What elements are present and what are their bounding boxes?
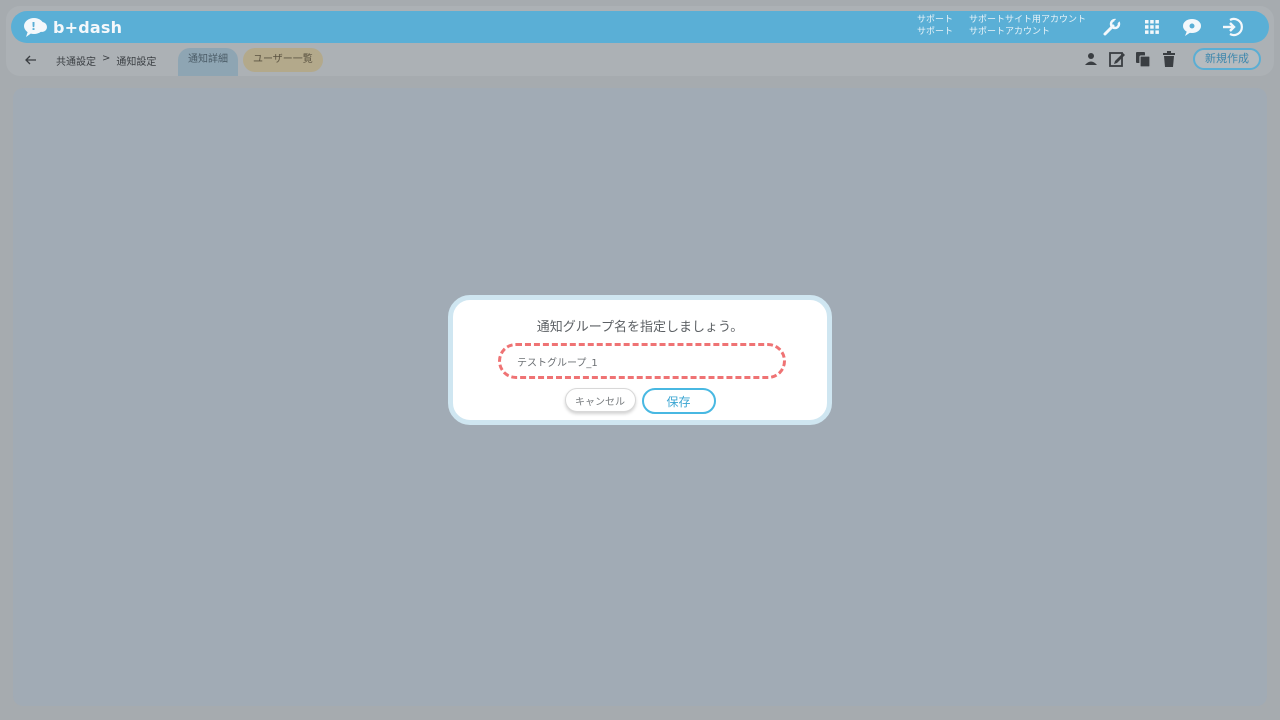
group-name-input[interactable] (498, 343, 786, 379)
logout-icon[interactable] (1221, 16, 1243, 38)
group-name-dialog: 通知グループ名を指定しましょう。 キャンセル 保存 (448, 295, 832, 425)
back-arrow-icon[interactable] (24, 52, 40, 68)
top-navigation-bar: ! b+dash サポート サポートサイト用アカウント サポート サポートアカウ… (11, 11, 1269, 43)
record-actions (1082, 50, 1178, 68)
app-logo[interactable]: ! b+dash (23, 16, 122, 38)
dialog-title: 通知グループ名を指定しましょう。 (536, 320, 744, 335)
edit-icon[interactable] (1108, 50, 1126, 68)
dialog-buttons: キャンセル 保存 (453, 388, 827, 414)
user-icon[interactable] (1082, 50, 1100, 68)
wrench-icon[interactable] (1101, 16, 1123, 38)
svg-text:!: ! (31, 20, 36, 33)
support-account-info: サポート サポートサイト用アカウント サポート サポートアカウント (917, 14, 1086, 38)
breadcrumb: 共通設定 > 通知設定 (56, 53, 156, 68)
support-label: サポート (917, 27, 954, 37)
trash-icon[interactable] (1160, 50, 1178, 68)
tab-notification-detail[interactable]: 通知詳細 (178, 48, 238, 76)
copy-icon[interactable] (1134, 50, 1152, 68)
cancel-button[interactable]: キャンセル (564, 388, 636, 412)
new-create-button[interactable]: 新規作成 (1193, 48, 1261, 70)
tab-user-list[interactable]: ユーザー一覧 (243, 48, 323, 72)
grid-icon[interactable] (1141, 16, 1163, 38)
support-value: サポートサイト用アカウント (969, 15, 1087, 25)
logo-icon: ! (24, 18, 47, 37)
breadcrumb-separator: > (102, 53, 111, 64)
sub-navigation-bar: 共通設定 > 通知設定 通知詳細 ユーザー一覧 新規作成 (6, 44, 1274, 76)
header-actions (1101, 16, 1243, 38)
chat-icon[interactable] (1181, 16, 1203, 38)
logo-text: b+dash (53, 17, 123, 37)
breadcrumb-item-common-settings[interactable]: 共通設定 (56, 53, 96, 68)
support-value: サポートアカウント (969, 27, 1051, 37)
save-button[interactable]: 保存 (641, 388, 716, 414)
breadcrumb-item-notification-settings: 通知設定 (116, 57, 157, 68)
support-label: サポート (917, 15, 954, 25)
support-row: サポート サポートアカウント (917, 26, 1086, 38)
support-row: サポート サポートサイト用アカウント (917, 14, 1086, 26)
